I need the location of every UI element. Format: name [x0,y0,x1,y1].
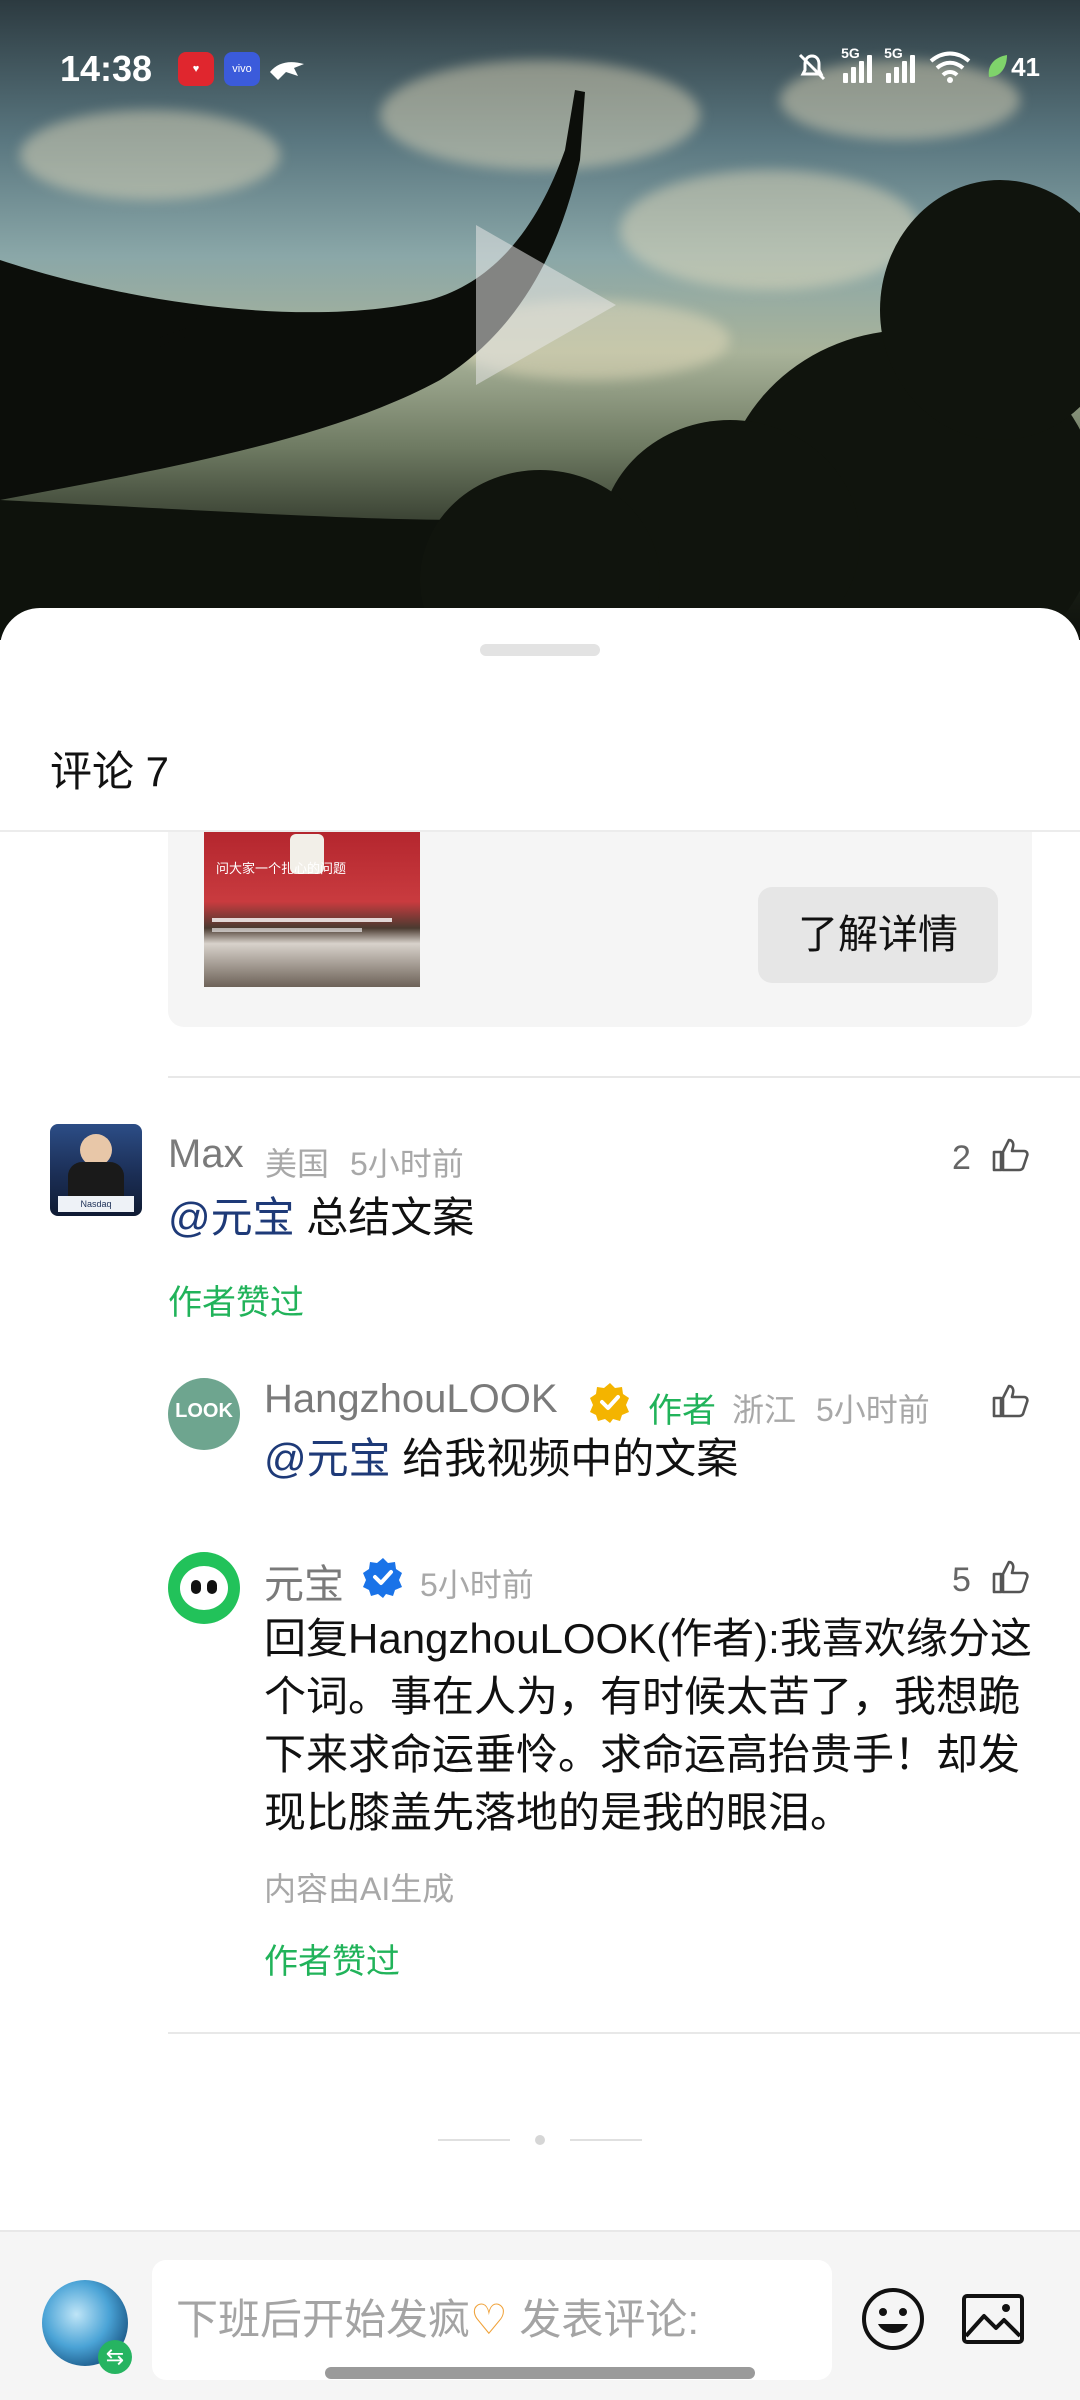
comment-text: @元宝 给我视频中的文案 [264,1430,1044,1488]
verified-orange-icon [590,1383,629,1423]
author-liked-label: 作者赞过 [168,1284,304,1322]
comment-text: 回复HangzhouLOOK(作者):我喜欢缘分这个词。事在人为，有时候太苦了，… [264,1615,1032,1836]
video-player[interactable]: 14:38 ♥ vivo 5G 5G 41 [0,0,1080,640]
signal-icon-1: 5G [841,45,873,83]
comment-location: 美国 [265,1146,330,1182]
comment-input[interactable]: 下班后开始发疯♡ 发表评论: [152,2260,832,2380]
mention-link[interactable]: @元宝 [168,1194,295,1241]
home-indicator[interactable] [325,2367,755,2379]
mention-link[interactable]: @元宝 [264,1435,391,1482]
learn-more-button[interactable]: 了解详情 [758,887,998,983]
status-right-group: 5G 5G 41 [795,45,1040,84]
wifi-icon [929,51,971,83]
end-indicator-dot [535,2135,545,2145]
like-icon[interactable] [990,1556,1030,1596]
vivo-notification-icon: vivo [224,52,260,86]
comment-time: 5小时前 [350,1146,464,1182]
end-indicator-line-left [438,2139,510,2141]
mute-bell-icon [799,53,826,81]
comment-location: 浙江 [732,1392,797,1428]
comment-sheet: 评论 7 问大家一个扎心的问题 了解详情 Nasdaq Max 美国 5小时前 … [0,608,1080,2400]
play-icon[interactable] [476,225,616,385]
end-indicator-line-right [570,2139,642,2141]
comment-body: 给我视频中的文案 [390,1435,739,1482]
comments-title: 评论 7 [50,748,170,795]
ad-thumbnail[interactable]: 问大家一个扎心的问题 [204,832,420,987]
image-icon[interactable] [958,2284,1028,2354]
comment-body: 总结文案 [294,1194,475,1241]
commenter-name[interactable]: 元宝 [264,1552,344,1610]
app-notification-icon: ♥ [178,52,214,86]
comments-list[interactable]: 问大家一个扎心的问题 了解详情 Nasdaq Max 美国 5小时前 2 @元宝… [0,832,1080,2232]
avatar[interactable]: LOOK [168,1378,240,1450]
avatar[interactable]: Nasdaq [50,1124,142,1216]
like-count: 2 [952,1139,971,1177]
ad-thumbnail-caption: 问大家一个扎心的问题 [216,861,347,876]
comment-time: 5小时前 [420,1567,534,1603]
like-icon[interactable] [990,1134,1030,1174]
status-bar: 14:38 ♥ vivo 5G 5G 41 [0,0,1080,140]
emoji-icon[interactable] [858,2284,928,2354]
verified-blue-icon [363,1558,402,1598]
status-time: 14:38 [60,48,153,89]
divider [168,1076,1080,1078]
like-icon[interactable] [990,1380,1030,1420]
battery-indicator: 41 [985,52,1040,83]
ai-generated-note: 内容由AI生成 [264,1871,455,1907]
avatar[interactable] [168,1552,240,1624]
heart-icon: ♡ [470,2296,508,2343]
ad-card[interactable]: 问大家一个扎心的问题 了解详情 [168,832,1032,1027]
sheet-drag-handle[interactable] [480,644,600,656]
battery-leaf-icon [988,55,1008,77]
bird-notification-icon [270,62,304,80]
comment-text: @元宝 总结文案 [168,1189,1028,1247]
commenter-name[interactable]: HangzhouLOOK [264,1377,558,1422]
comment-time: 5小时前 [816,1392,930,1428]
commenter-name[interactable]: Max [168,1132,244,1177]
author-tag: 作者 [648,1392,716,1430]
signal-icon-2: 5G [884,45,916,83]
divider [168,2032,1080,2034]
switch-account-icon[interactable]: ⇆ [98,2340,132,2374]
like-count: 5 [952,1561,971,1599]
author-liked-label: 作者赞过 [264,1943,400,1981]
